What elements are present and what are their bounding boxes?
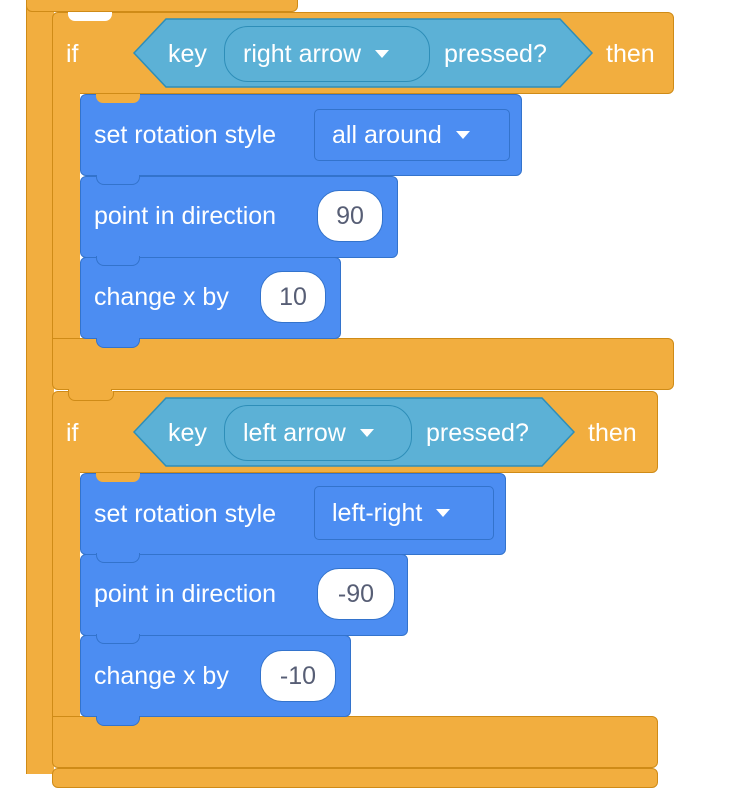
direction-input-value: 90 (336, 201, 364, 230)
rotation-style-value: left-right (332, 498, 423, 527)
caret-down-icon (436, 509, 451, 517)
change-x-by-label: change x by (94, 662, 229, 690)
point-in-direction-label: point in direction (94, 202, 277, 230)
pressed-label: pressed? (426, 419, 529, 447)
rotation-style-dropdown[interactable]: all around (314, 109, 510, 161)
set-rotation-style-label: set rotation style (94, 500, 277, 528)
if-block-2[interactable]: if then key left arrow pressed? set rota… (52, 391, 662, 774)
key-dropdown-value: right arrow (243, 39, 362, 68)
key-dropdown-value: left arrow (243, 418, 346, 447)
if-block-1-top-notch (68, 12, 112, 21)
if-label: if (66, 40, 79, 68)
stmt-bottom-bump (96, 716, 140, 726)
key-dropdown[interactable]: left arrow (224, 405, 412, 461)
rotation-style-dropdown[interactable]: left-right (314, 486, 494, 540)
then-label: then (588, 419, 637, 447)
rotation-style-value: all around (332, 120, 442, 149)
change-x-input-value: 10 (279, 282, 307, 311)
direction-input-value: -90 (337, 579, 375, 608)
stmt-notch (96, 94, 140, 103)
key-label: key (168, 40, 207, 68)
change-x-input[interactable]: -10 (260, 650, 336, 702)
caret-down-icon (455, 131, 470, 139)
if-block-2-top-notch (68, 391, 114, 401)
key-label: key (168, 419, 207, 447)
outer-c-block-top[interactable] (26, 0, 298, 12)
caret-down-icon (359, 429, 374, 437)
direction-input[interactable]: -90 (317, 568, 395, 620)
if-block-1[interactable]: if then key right arrow pressed? set rot… (52, 12, 676, 399)
stmt-bump (96, 634, 140, 644)
if-block-1-arm (52, 82, 80, 352)
if-block-1-bottom[interactable] (52, 338, 674, 390)
caret-down-icon (375, 50, 390, 58)
if-block-2-bottom[interactable] (52, 716, 658, 768)
stmt-notch (96, 473, 140, 482)
next-block-top[interactable] (52, 768, 658, 788)
stmt-bottom-bump (96, 338, 140, 348)
then-label: then (606, 40, 655, 68)
set-rotation-style-label: set rotation style (94, 121, 277, 149)
stmt-bump (96, 553, 140, 563)
change-x-input[interactable]: 10 (260, 271, 326, 323)
outer-c-block-arm[interactable] (26, 0, 54, 774)
if-block-2-arm (52, 461, 80, 731)
stmt-bump (96, 175, 140, 185)
change-x-by-label: change x by (94, 283, 229, 311)
pressed-label: pressed? (444, 40, 547, 68)
change-x-input-value: -10 (279, 661, 317, 690)
direction-input[interactable]: 90 (317, 190, 383, 242)
key-dropdown[interactable]: right arrow (224, 26, 430, 82)
if-label: if (66, 419, 79, 447)
point-in-direction-label: point in direction (94, 580, 277, 608)
stmt-bump (96, 256, 140, 266)
